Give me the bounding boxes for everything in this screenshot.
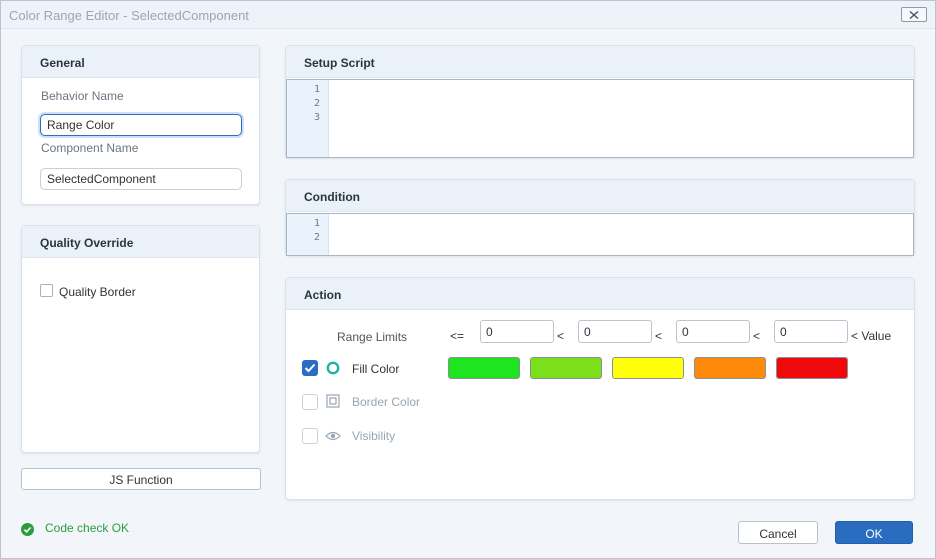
line-number: 3 xyxy=(313,112,320,123)
cancel-button[interactable]: Cancel xyxy=(738,521,818,544)
fill-color-swatch-2[interactable] xyxy=(530,357,602,379)
line-number: 1 xyxy=(313,84,320,95)
fill-color-swatch-4[interactable] xyxy=(694,357,766,379)
window-title: Color Range Editor - SelectedComponent xyxy=(9,8,249,23)
lt-operator: < xyxy=(753,329,761,343)
lt-value-label: < Value xyxy=(851,329,892,343)
setup-script-header: Setup Script xyxy=(286,46,914,78)
fill-color-checkbox[interactable] xyxy=(302,360,318,376)
behavior-name-input[interactable] xyxy=(40,114,242,136)
checkmark-icon xyxy=(304,363,316,373)
ok-button[interactable]: OK xyxy=(835,521,913,544)
setup-script-editor[interactable]: 1 2 3 xyxy=(286,79,914,158)
fill-color-label: Fill Color xyxy=(352,362,400,376)
border-color-checkbox[interactable] xyxy=(302,394,318,410)
border-color-label: Border Color xyxy=(352,395,421,409)
action-header: Action xyxy=(286,278,914,310)
condition-editor[interactable]: 1 2 xyxy=(286,213,914,256)
quality-override-panel: Quality Override Quality Border xyxy=(21,225,260,453)
setup-script-gutter: 1 2 3 xyxy=(287,80,329,157)
range-limit-input-2[interactable]: 0 xyxy=(578,320,652,343)
line-number: 1 xyxy=(313,218,320,229)
lt-operator: < xyxy=(557,329,565,343)
range-limit-input-4[interactable]: 0 xyxy=(774,320,848,343)
range-limits-label: Range Limits xyxy=(337,330,408,344)
visibility-label: Visibility xyxy=(352,429,396,443)
line-number: 2 xyxy=(313,232,320,243)
condition-header: Condition xyxy=(286,180,914,212)
component-name-input[interactable] xyxy=(40,168,242,190)
quality-border-label[interactable]: Quality Border xyxy=(59,285,136,299)
setup-script-panel: Setup Script 1 2 3 xyxy=(285,45,915,158)
close-icon xyxy=(909,10,919,19)
fill-color-swatch-3[interactable] xyxy=(612,357,684,379)
line-number: 2 xyxy=(313,98,320,109)
condition-gutter: 1 2 xyxy=(287,214,329,255)
fill-color-swatch-5[interactable] xyxy=(776,357,848,379)
radio-ring-icon xyxy=(326,361,340,375)
js-function-button[interactable]: JS Function xyxy=(21,468,261,490)
color-range-editor-window: Color Range Editor - SelectedComponent G… xyxy=(0,0,936,559)
general-panel: General Behavior Name Component Name xyxy=(21,45,260,205)
component-name-label: Component Name xyxy=(41,141,139,155)
close-button[interactable] xyxy=(901,7,927,22)
square-frame-icon xyxy=(326,394,340,408)
code-check-text: Code check OK xyxy=(45,521,130,535)
visibility-checkbox[interactable] xyxy=(302,428,318,444)
check-circle-icon xyxy=(21,523,34,536)
range-limit-input-3[interactable]: 0 xyxy=(676,320,750,343)
behavior-name-label: Behavior Name xyxy=(41,89,124,103)
lte-operator: <= xyxy=(450,329,465,343)
quality-border-checkbox[interactable] xyxy=(40,284,53,297)
range-limit-input-1[interactable]: 0 xyxy=(480,320,554,343)
title-bar: Color Range Editor - SelectedComponent xyxy=(1,1,935,29)
fill-color-swatch-1[interactable] xyxy=(448,357,520,379)
quality-override-header: Quality Override xyxy=(22,226,259,258)
eye-icon xyxy=(325,431,341,441)
condition-panel: Condition 1 2 xyxy=(285,179,915,256)
lt-operator: < xyxy=(655,329,663,343)
action-panel: Action Range Limits <= 0 < 0 < 0 < 0 < V… xyxy=(285,277,915,500)
general-header: General xyxy=(22,46,259,78)
